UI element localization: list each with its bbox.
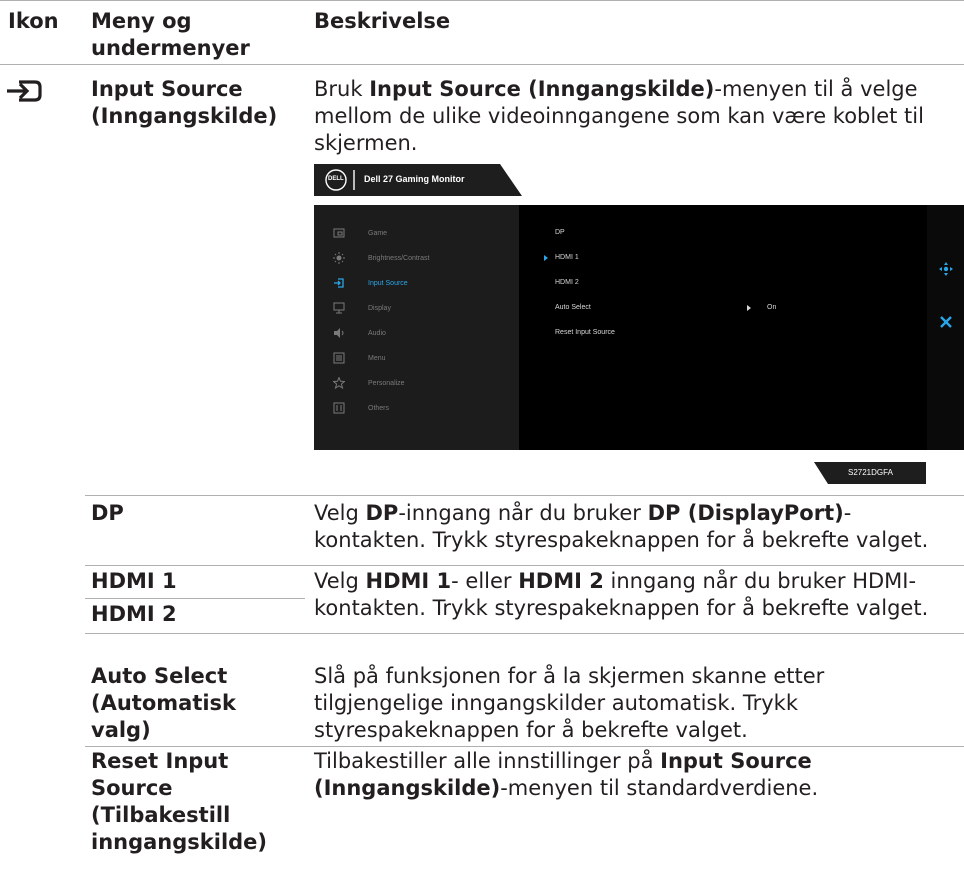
- menu-label-hdmi2: HDMI 2: [91, 602, 177, 626]
- osd-model-tab: S2721DGFA: [814, 462, 926, 484]
- row-rule-auto-select: [85, 633, 964, 634]
- others-icon: [333, 402, 345, 414]
- menu-label-reset-input-source: Reset Input Source (Tilbakestill inngang…: [91, 749, 268, 854]
- osd-menu-item-audio[interactable]: Audio: [314, 324, 519, 344]
- col-header-menu: Meny og undermenyer: [91, 9, 250, 60]
- input-source-icon: [334, 278, 344, 288]
- menu-label-dp: DP: [91, 501, 124, 525]
- osd-panel: Game Brightness/Contrast Input Source Di…: [314, 205, 964, 450]
- audio-icon: [334, 328, 344, 338]
- dell-logo: DELL: [328, 176, 344, 182]
- menu-label-hdmi1: HDMI 1: [91, 569, 177, 593]
- close-icon[interactable]: [939, 315, 953, 329]
- arrow-right-icon: [747, 305, 751, 311]
- osd-main-menu: Game Brightness/Contrast Input Source Di…: [314, 205, 519, 450]
- osd-auto-select-value: On: [767, 304, 777, 311]
- star-icon: [333, 377, 345, 389]
- auto-select-description: Slå på funksjonen for å la skjermen skan…: [314, 664, 825, 742]
- osd-title-bar: DELL Dell 27 Gaming Monitor: [314, 164, 524, 196]
- osd-menu-item-brightness[interactable]: Brightness/Contrast: [314, 249, 519, 269]
- col-header-icon: Ikon: [8, 9, 59, 33]
- osd-submenu-auto-select[interactable]: Auto Select: [555, 304, 591, 311]
- osd-model-name: S2721DGFA: [848, 468, 893, 477]
- osd-submenu: DP HDMI 1 HDMI 2 Auto Select On Reset In…: [519, 205, 927, 450]
- header-rule: [0, 64, 964, 65]
- input-source-icon: [5, 76, 43, 106]
- brightness-icon: [333, 252, 345, 264]
- menu-label-auto-select: Auto Select (Automatisk valg): [91, 664, 237, 742]
- row-rule-reset: [85, 746, 964, 747]
- reset-input-source-description: Tilbakestiller alle innstillinger på Inp…: [314, 749, 819, 800]
- hdmi-description: Velg HDMI 1- eller HDMI 2 inngang når du…: [314, 569, 929, 620]
- osd-menu-item-menu[interactable]: Menu: [314, 349, 519, 369]
- joystick-icon[interactable]: [939, 262, 953, 276]
- osd-menu-item-input-source[interactable]: Input Source: [314, 274, 519, 294]
- display-icon: [333, 302, 345, 314]
- osd-nav-strip: [927, 205, 964, 450]
- input-source-description: Bruk Input Source (Inngangskilde)-menyen…: [314, 77, 924, 155]
- menu-label-input-source: Input Source (Inngangskilde): [91, 77, 278, 128]
- row-rule-hdmi2: [85, 598, 305, 599]
- osd-title: Dell 27 Gaming Monitor: [364, 174, 465, 184]
- dp-description: Velg DP-inngang når du bruker DP (Displa…: [314, 501, 929, 552]
- row-rule-dp: [85, 495, 964, 496]
- col-header-description: Beskrivelse: [314, 9, 451, 33]
- game-icon: [333, 228, 345, 238]
- osd-submenu-hdmi1[interactable]: HDMI 1: [555, 254, 579, 261]
- menu-icon: [333, 352, 345, 364]
- osd-submenu-reset[interactable]: Reset Input Source: [555, 329, 615, 336]
- row-rule-hdmi: [85, 565, 964, 566]
- osd-current-marker-icon: [544, 255, 548, 261]
- osd-menu-item-display[interactable]: Display: [314, 299, 519, 319]
- osd-submenu-dp[interactable]: DP: [555, 229, 565, 236]
- osd-submenu-hdmi2[interactable]: HDMI 2: [555, 279, 579, 286]
- osd-menu-item-others[interactable]: Others: [314, 399, 519, 419]
- top-rule: [0, 0, 964, 1]
- osd-menu-item-personalize[interactable]: Personalize: [314, 374, 519, 394]
- osd-menu-item-game[interactable]: Game: [314, 224, 519, 244]
